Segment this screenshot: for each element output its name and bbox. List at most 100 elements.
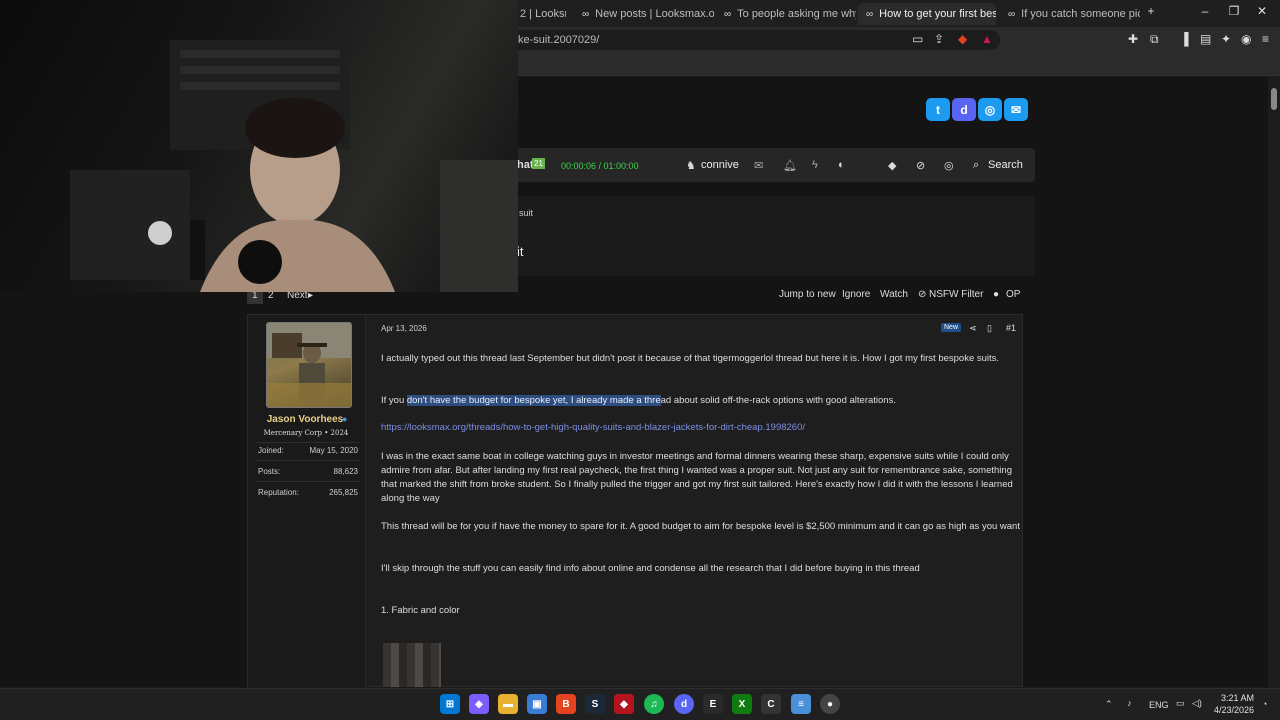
brave-icon[interactable]: B (556, 694, 576, 714)
notepad-icon[interactable]: ≡ (791, 694, 811, 714)
epic-games-icon[interactable]: E (703, 694, 723, 714)
new-tab-button[interactable]: + (1141, 4, 1161, 18)
selected-text: don't have the budget for bespoke yet, I… (406, 395, 661, 406)
divider (256, 481, 360, 482)
divider (256, 460, 360, 461)
brave-rewards-icon[interactable]: ▲ (981, 32, 993, 46)
file-explorer-icon[interactable]: ▬ (498, 694, 518, 714)
copilot-icon[interactable]: ◈ (469, 694, 489, 714)
post-paragraph: This thread will be for you if have the … (381, 521, 1020, 532)
sidebar-icon[interactable]: ▐ (1180, 32, 1189, 46)
share-icon[interactable]: ⇪ (934, 32, 944, 46)
breadcrumb[interactable]: suit (519, 208, 533, 218)
taskbar (0, 688, 1280, 720)
inbox-icon[interactable]: ✉ (754, 159, 763, 172)
thread-link[interactable]: https://looksmax.org/threads/how-to-get-… (381, 422, 805, 433)
user-avatar-icon[interactable]: ♞ (686, 159, 696, 172)
leo-ai-icon[interactable]: ✦ (1221, 32, 1231, 46)
menu-icon[interactable]: ≡ (1262, 32, 1269, 46)
jump-to-new-button[interactable]: Jump to new (779, 289, 836, 300)
posts-value: 88,623 (333, 467, 358, 476)
close-window-icon[interactable]: ✕ (1252, 4, 1272, 18)
hide-user-icon[interactable]: ⊘ (916, 159, 925, 172)
clock-time[interactable]: 3:21 AM (1221, 693, 1254, 703)
looksmax-favicon-icon: ∞ (1008, 8, 1016, 20)
cast-icon[interactable]: ▭ (912, 32, 923, 46)
desktop: 2 | Looksmax ∞ New posts | Looksmax.org -… (0, 0, 1280, 720)
volume-icon[interactable]: ◁) (1192, 698, 1202, 709)
tab[interactable]: ∞ To people asking me why I got (716, 3, 856, 25)
avatar[interactable] (266, 322, 352, 408)
wallet-icon[interactable]: ▤ (1200, 32, 1211, 46)
spotify-icon[interactable]: ♫ (644, 694, 664, 714)
vpn-icon[interactable]: ◉ (1241, 32, 1251, 46)
instagram-icon[interactable]: ◎ (978, 98, 1002, 121)
post-number[interactable]: #1 (1006, 323, 1016, 333)
notification-icon[interactable]: ◔ (1262, 699, 1267, 709)
url-text: ke-suit.2007029/ (518, 34, 600, 46)
discord-icon[interactable]: d (952, 98, 976, 121)
red-app-icon[interactable]: ◆ (614, 694, 634, 714)
verified-badge-icon: ● (342, 414, 348, 424)
session-timer: 00:00:06 / 01:00:00 (561, 161, 639, 171)
twitter-icon[interactable]: t (926, 98, 950, 121)
post-paragraph: If you don't have the budget for bespoke… (381, 394, 1021, 408)
tab[interactable]: 2 | Looksmax (512, 3, 566, 25)
share-post-icon[interactable]: ⋖ (969, 323, 977, 334)
tab-label: If you catch someone picking t (1021, 8, 1140, 20)
store-icon[interactable]: ▣ (527, 694, 547, 714)
webcam-image (70, 40, 518, 292)
network-icon[interactable]: ▭ (1176, 698, 1185, 709)
steam-icon[interactable]: S (585, 694, 605, 714)
clock-date[interactable]: 4/23/2026 (1214, 705, 1254, 715)
scrollbar-thumb[interactable] (1271, 88, 1277, 110)
divider (256, 442, 360, 443)
post-author-name[interactable]: Jason Voorhees (255, 414, 355, 425)
chevron-up-icon[interactable]: ⌃ (1105, 699, 1113, 710)
eraser-icon[interactable]: ◆ (888, 159, 896, 172)
app-c-icon[interactable]: C (761, 694, 781, 714)
alerts-bell-icon[interactable]: 🔔︎ (783, 159, 797, 172)
tab[interactable]: ∞ New posts | Looksmax.org - M (574, 3, 714, 25)
microphone-icon[interactable]: ♪ (1127, 698, 1132, 708)
search-link[interactable]: Search (988, 159, 1023, 171)
windows-start-icon[interactable]: ⊞ (440, 694, 460, 714)
fabric-swatch-image[interactable] (383, 643, 441, 687)
search-icon[interactable]: ⌕ (973, 159, 979, 172)
post-paragraph: I actually typed out this thread last Se… (381, 353, 1000, 364)
op-user-icon: ● (993, 289, 1000, 300)
avatar-image (267, 323, 351, 407)
op-filter-button[interactable]: OP (1006, 289, 1020, 300)
discord-taskbar-icon[interactable]: d (674, 694, 694, 714)
toggle-icon[interactable]: ◐ (838, 159, 845, 171)
reputation-row: Reputation: 265,825 (258, 488, 358, 497)
looksmax-favicon-icon: ∞ (866, 8, 874, 20)
watch-button[interactable]: Watch (880, 289, 908, 300)
user-title: Mercenary Corp • 2024 (263, 429, 349, 437)
tab[interactable]: ∞ If you catch someone picking t (1000, 3, 1140, 25)
extensions-icon[interactable]: ✚ (1128, 32, 1138, 46)
nsfw-filter-button[interactable]: NSFW Filter (929, 289, 983, 300)
tab-search-icon[interactable]: ⧉ (1150, 32, 1159, 47)
hide-eye-icon[interactable]: ◎ (944, 159, 954, 172)
bookmark-icon[interactable]: ▯ (987, 323, 992, 334)
scrollbar[interactable] (1268, 77, 1280, 687)
brave-shield-icon[interactable]: ◆ (958, 32, 967, 46)
tab-active[interactable]: ∞How to get your first besp✕ (858, 3, 996, 25)
text-span: ad about solid off-the-rack options with… (660, 395, 896, 406)
post-paragraph: I'll skip through the stuff you can easi… (381, 563, 920, 574)
lightning-icon[interactable]: ϟ (812, 159, 818, 171)
maximize-icon[interactable]: ❐ (1224, 4, 1244, 18)
new-badge: New (941, 323, 962, 332)
minimize-icon[interactable]: – (1195, 4, 1215, 18)
ignore-button[interactable]: Ignore (842, 289, 870, 300)
xbox-icon[interactable]: X (732, 694, 752, 714)
account-username[interactable]: connive (701, 159, 739, 171)
mail-icon[interactable]: ✉ (1004, 98, 1028, 121)
language-indicator[interactable]: ENG (1149, 700, 1169, 710)
url-field[interactable]: ke-suit.2007029/ (510, 30, 1000, 50)
tab-label: New posts | Looksmax.org - M (595, 8, 714, 20)
post-date[interactable]: Apr 13, 2026 (381, 324, 427, 333)
looksmax-favicon-icon: ∞ (582, 8, 590, 20)
recorder-icon[interactable]: ● (820, 694, 840, 714)
